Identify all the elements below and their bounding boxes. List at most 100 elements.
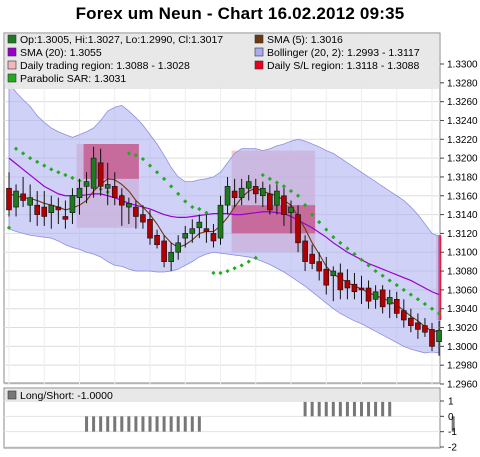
long-short-bar: [324, 401, 328, 417]
y-tick-label: -2: [448, 443, 457, 454]
sub-legend: Long/Short: -1.0000: [7, 390, 113, 402]
y-tick-label: 1.3300: [447, 60, 478, 71]
long-short-bar: [352, 401, 356, 417]
candle-down: [203, 228, 210, 232]
price-axis: 1.3300 1.3280 1.3260 1.3240 1.3220 1.3200 1.31…: [440, 60, 478, 391]
long-short-bar: [169, 416, 173, 432]
long-short-bar: [141, 416, 145, 432]
candle-down: [415, 322, 421, 330]
candle-down: [379, 289, 386, 308]
candle-down: [111, 186, 118, 198]
legend-label: Parabolic SAR: 1.3031: [20, 73, 126, 85]
candle-up: [224, 186, 231, 206]
legend-swatch: [7, 60, 17, 70]
long-short-bar: [155, 416, 159, 432]
legend-label: SMA (20): 1.3055: [20, 47, 102, 59]
candle-up: [90, 157, 97, 189]
long-short-bar: [113, 416, 117, 432]
candle-down: [20, 193, 26, 201]
candle-down: [6, 187, 12, 211]
long-short-bar: [92, 416, 96, 432]
long-short-bar: [85, 416, 89, 432]
y-tick-label: 1.3240: [447, 116, 478, 127]
candle-down: [267, 193, 273, 211]
y-tick-label: 1.3020: [447, 323, 478, 334]
candle-down: [210, 233, 217, 242]
legend-label: Op:1.3005, Hi:1.3027, Lo:1.2990, Cl:1.30…: [20, 34, 223, 46]
candle-down: [154, 234, 160, 246]
candle-up: [13, 190, 19, 208]
candle-down: [41, 206, 48, 217]
y-tick-label: 1.2980: [447, 361, 478, 372]
candle-down: [119, 195, 125, 206]
legend-swatch: [7, 47, 17, 57]
legend-label: Long/Short: -1.0000: [20, 390, 113, 402]
candle-down: [133, 206, 139, 217]
long-short-bar: [176, 416, 180, 432]
y-tick-label: 1.3040: [447, 304, 478, 315]
candle-up: [69, 195, 76, 214]
candle-down: [34, 204, 41, 215]
legend-swatch: [7, 390, 17, 400]
y-tick-label: 1.2960: [447, 380, 478, 391]
candle-down: [97, 162, 104, 187]
long-short-bar: [120, 416, 124, 432]
candle-down: [337, 272, 344, 291]
candle-down: [62, 216, 69, 220]
y-tick-label: 1.3220: [447, 135, 478, 146]
candle-up: [182, 233, 189, 239]
long-short-bar: [360, 401, 363, 417]
long-short-bar: [388, 401, 392, 417]
long-short-bar: [317, 401, 321, 417]
y-tick-label: 1.3280: [447, 78, 478, 89]
candle-down: [408, 317, 414, 326]
y-tick-label: 1.3100: [447, 248, 478, 259]
candle-down: [351, 283, 358, 293]
candle-up: [436, 330, 442, 342]
long-short-bar: [183, 416, 187, 432]
candle-down: [422, 325, 428, 333]
candle-down: [281, 195, 287, 215]
y-tick-label: 1.3140: [447, 210, 478, 221]
candle-up: [175, 242, 181, 253]
candle-up: [386, 297, 393, 305]
long-short-bar: [374, 401, 378, 417]
candle-down: [344, 280, 351, 289]
candle-down: [429, 329, 435, 347]
long-short-bar: [99, 416, 103, 432]
legend-label: Daily S/L region: 1.3118 - 1.3088: [267, 60, 420, 72]
long-short-bar: [338, 401, 342, 417]
legend-label: SMA (5): 1.3016: [267, 34, 343, 46]
candle-up: [372, 291, 379, 300]
long-short-axis: 1 0 -1 -2: [440, 397, 457, 454]
y-tick-label: 1.3120: [447, 229, 478, 240]
candle-down: [147, 218, 153, 239]
long-short-bar: [367, 401, 371, 417]
candle-up: [126, 202, 132, 208]
candle-up: [196, 221, 203, 229]
long-short-bar: [148, 416, 152, 432]
long-short-bar: [134, 416, 138, 432]
long-short-bar: [162, 416, 166, 432]
legend-swatch: [254, 47, 264, 57]
y-tick-label: 1.3260: [447, 97, 478, 108]
long-short-bar: [310, 401, 314, 417]
y-tick-label: 0: [448, 412, 454, 423]
candle-down: [161, 240, 167, 262]
legend-swatch: [7, 73, 17, 83]
long-short-bar: [197, 416, 201, 432]
candle-down: [140, 214, 146, 223]
candle-down: [400, 310, 407, 321]
candle-up: [76, 187, 83, 198]
candle-up: [238, 187, 245, 198]
candle-up: [330, 270, 337, 277]
candle-up: [288, 206, 294, 214]
long-short-bar: [190, 416, 194, 432]
candle-down: [365, 287, 372, 302]
candle-up: [217, 204, 224, 239]
candle-up: [189, 228, 196, 234]
candle-up: [48, 204, 55, 214]
y-tick-label: 1.3160: [447, 191, 478, 202]
candle-down: [295, 214, 301, 244]
y-tick-label: -1: [448, 427, 457, 438]
